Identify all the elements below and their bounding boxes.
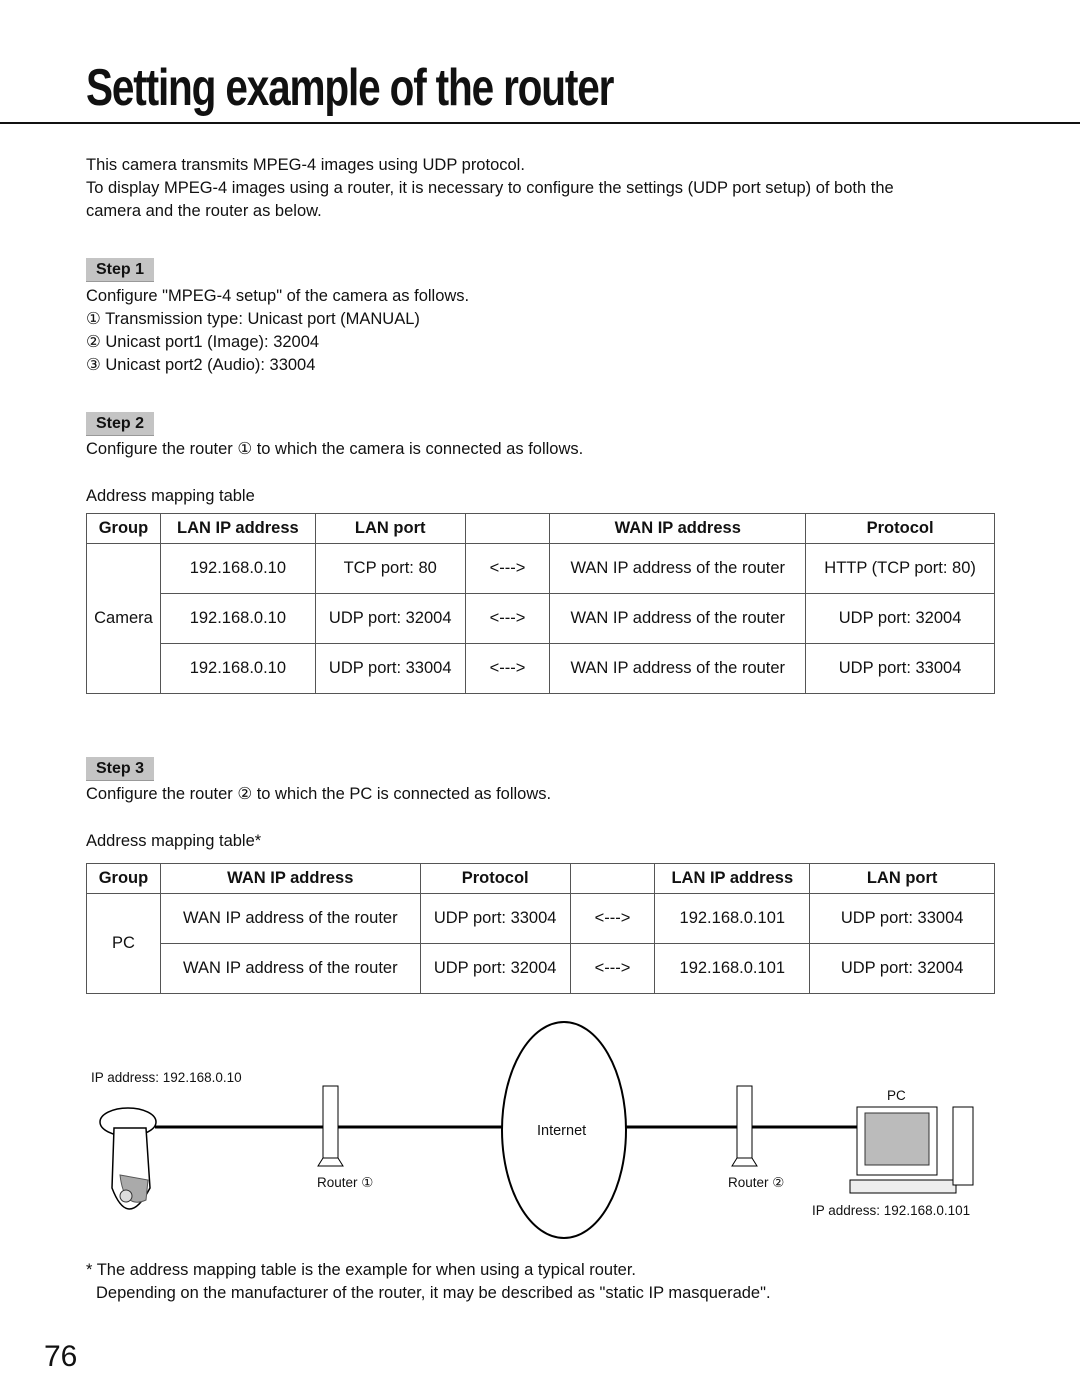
cell: WAN IP address of the router	[549, 643, 807, 694]
step-1-item: ① Transmission type: Unicast port (MANUA…	[86, 310, 420, 328]
cell: WAN IP address of the router	[549, 593, 807, 644]
table-header-row: Group WAN IP address Protocol LAN IP addres…	[86, 863, 995, 894]
footnote: * The address mapping table is the examp…	[86, 1259, 771, 1305]
pc-icon	[849, 1106, 974, 1194]
step-3-instruction: Configure the router ② to which the PC i…	[86, 785, 552, 803]
intro-text: This camera transmits MPEG-4 images usin…	[86, 154, 894, 223]
intro-line: This camera transmits MPEG-4 images usin…	[86, 156, 525, 174]
step-1-instruction: Configure "MPEG-4 setup" of the camera a…	[86, 287, 470, 305]
cell: UDP port: 33004	[805, 643, 995, 694]
cell: <--->	[464, 643, 551, 694]
cell: UDP port: 32004	[805, 593, 995, 644]
table-2-caption: Address mapping table*	[86, 832, 262, 850]
step-1-badge: Step 1	[86, 258, 155, 282]
step-1-text: Configure "MPEG-4 setup" of the camera a…	[86, 285, 469, 377]
cell: WAN IP address of the router	[159, 943, 421, 994]
header-cell: LAN port	[809, 863, 995, 894]
step-3-badge: Step 3	[86, 757, 155, 781]
cell: UDP port: 33004	[314, 643, 466, 694]
router-1-label: Router ①	[317, 1175, 374, 1190]
cell: <--->	[569, 943, 656, 994]
cell: <--->	[464, 543, 551, 594]
table-row: PC WAN IP address of the router UDP port:…	[86, 893, 995, 994]
table-1-caption: Address mapping table	[86, 487, 255, 505]
cell: WAN IP address of the router	[549, 543, 807, 594]
header-cell: LAN port	[314, 513, 466, 544]
step-1-item: ③ Unicast port2 (Audio): 33004	[86, 356, 316, 374]
footnote-line: * The address mapping table is the examp…	[86, 1261, 637, 1279]
header-cell: Protocol	[805, 513, 995, 544]
cell: 192.168.0.10	[159, 643, 316, 694]
header-cell: WAN IP address	[159, 863, 421, 894]
step-2-badge: Step 2	[86, 412, 155, 436]
table-header-row: Group LAN IP address LAN port WAN IP addres…	[86, 513, 995, 544]
network-diagram: IP address: 192.168.0.10 Router ① Intern…	[80, 1010, 1000, 1250]
cell: TCP port: 80	[314, 543, 466, 594]
header-cell	[569, 863, 656, 894]
cell: <--->	[464, 593, 551, 644]
page-title: Setting example of the router	[86, 59, 614, 117]
group-cell: Camera	[86, 543, 161, 694]
camera-icon	[99, 1107, 157, 1210]
table-row: Camera 192.168.0.10 TCP port: 80 <---> WAN …	[86, 543, 995, 694]
cell: UDP port: 32004	[314, 593, 466, 644]
intro-line: camera and the router as below.	[86, 202, 322, 220]
router-2-label: Router ②	[728, 1175, 785, 1190]
header-cell: LAN IP address	[159, 513, 316, 544]
cell: UDP port: 33004	[809, 893, 995, 944]
header-cell	[464, 513, 551, 544]
footnote-line: Depending on the manufacturer of the rou…	[96, 1284, 771, 1302]
page-number: 76	[44, 1340, 78, 1373]
pc-address-mapping-table: Group WAN IP address Protocol LAN IP addres…	[86, 863, 995, 994]
header-cell: Group	[86, 513, 161, 544]
cell: UDP port: 32004	[809, 943, 995, 994]
cell: 192.168.0.10	[159, 543, 316, 594]
header-cell: LAN IP address	[654, 863, 811, 894]
group-cell: PC	[86, 893, 161, 994]
pc-label: PC	[887, 1088, 906, 1103]
cell: 192.168.0.101	[654, 943, 811, 994]
header-cell: Protocol	[419, 863, 571, 894]
table-row: WAN IP address of the router UDP port: 32…	[87, 943, 995, 994]
intro-line: To display MPEG-4 images using a router,…	[86, 179, 894, 197]
cell: 192.168.0.10	[159, 593, 316, 644]
cell: <--->	[569, 893, 656, 944]
camera-address-mapping-table: Group LAN IP address LAN port WAN IP addres…	[86, 513, 995, 694]
step-1-item: ② Unicast port1 (Image): 32004	[86, 333, 320, 351]
pc-ip-label: IP address: 192.168.0.101	[812, 1203, 971, 1218]
table-row: 192.168.0.10 UDP port: 32004 <---> WAN IP a…	[87, 593, 995, 644]
table-row: 192.168.0.10 UDP port: 33004 <---> WAN IP a…	[87, 643, 995, 694]
cell: WAN IP address of the router	[159, 893, 421, 944]
camera-ip-label: IP address: 192.168.0.10	[91, 1070, 242, 1085]
title-divider	[0, 122, 1080, 124]
header-cell: WAN IP address	[549, 513, 807, 544]
cell: HTTP (TCP port: 80)	[805, 543, 995, 594]
cell: 192.168.0.101	[654, 893, 811, 944]
cell: UDP port: 33004	[419, 893, 571, 944]
step-2-instruction: Configure the router ① to which the came…	[86, 440, 584, 458]
internet-label: Internet	[537, 1123, 587, 1139]
cell: UDP port: 32004	[419, 943, 571, 994]
header-cell: Group	[86, 863, 161, 894]
